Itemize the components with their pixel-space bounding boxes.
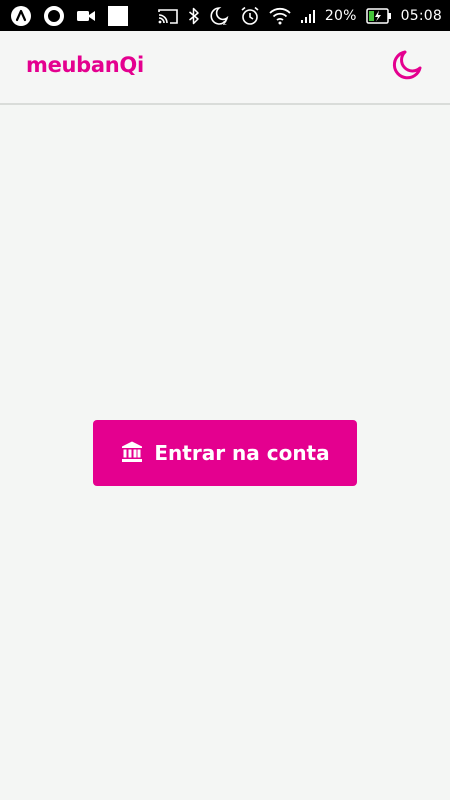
theme-toggle-button[interactable] — [388, 50, 424, 86]
do-not-disturb-icon: z — [209, 6, 231, 26]
status-bar: z 20% 05:08 — [0, 0, 450, 31]
svg-text:z: z — [223, 19, 227, 26]
logo: meubanQi — [26, 53, 144, 77]
alarm-icon — [240, 6, 260, 26]
clock: 05:08 — [400, 7, 442, 24]
circle-icon — [43, 5, 65, 27]
app-icon — [10, 5, 32, 27]
login-button-label: Entrar na conta — [154, 441, 330, 465]
square-icon — [107, 5, 129, 27]
cast-icon — [157, 7, 179, 25]
status-bar-left — [10, 4, 129, 27]
app-header: meubanQi — [0, 31, 450, 105]
bank-icon — [120, 440, 144, 467]
login-button[interactable]: Entrar na conta — [93, 420, 357, 486]
status-bar-right: z 20% 05:08 — [157, 4, 442, 27]
wifi-icon — [269, 7, 291, 25]
video-camera-icon — [76, 8, 96, 24]
main-content: Entrar na conta — [0, 105, 450, 800]
signal-icon — [300, 8, 316, 24]
battery-percent: 20% — [324, 7, 357, 24]
battery-charging-icon — [365, 7, 392, 24]
bluetooth-icon — [188, 6, 200, 26]
moon-icon — [388, 48, 424, 88]
